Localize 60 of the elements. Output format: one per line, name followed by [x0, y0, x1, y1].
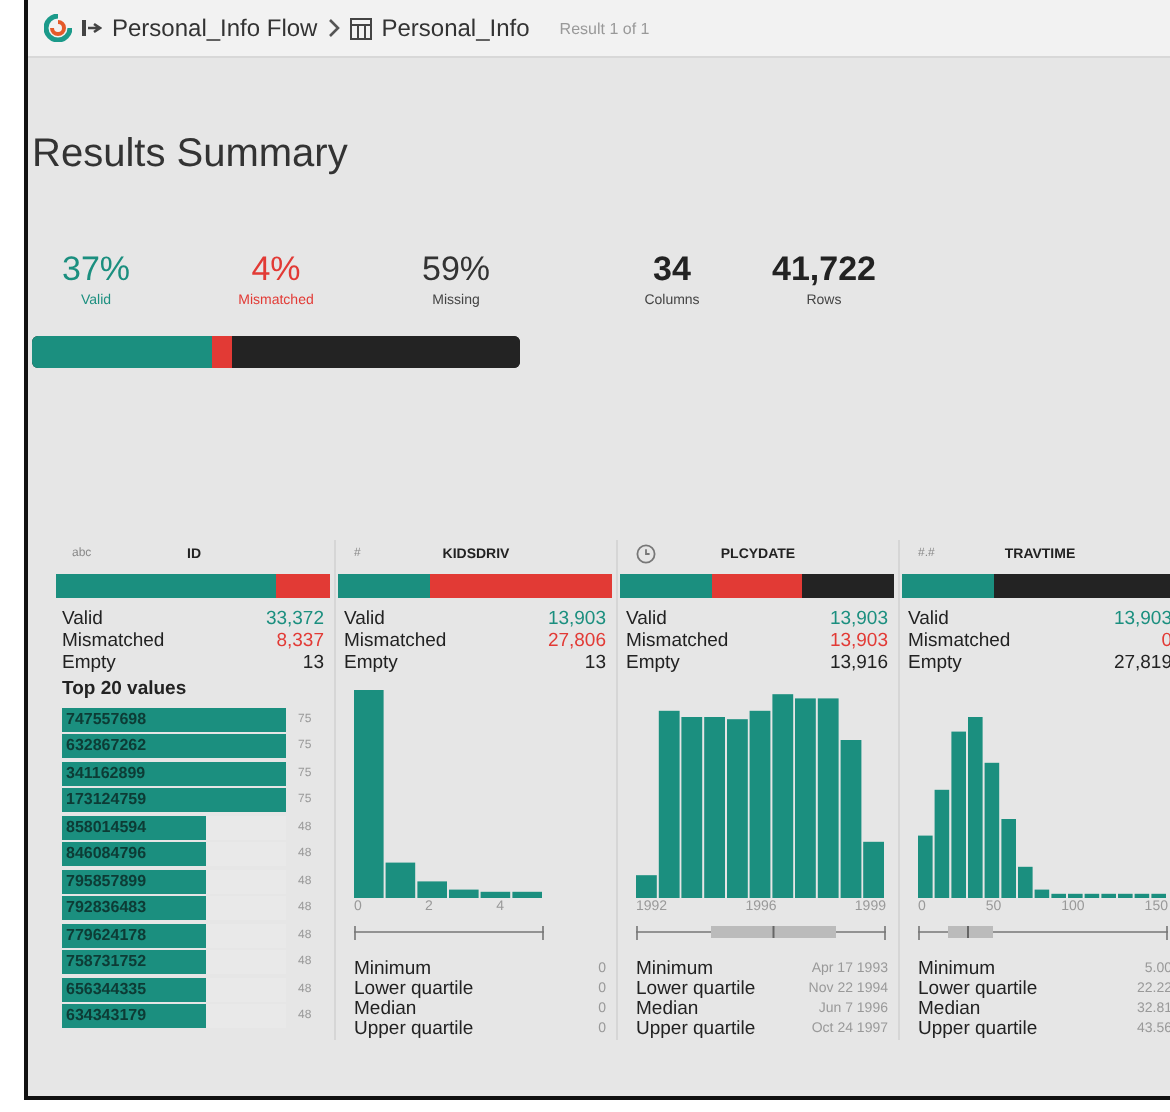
value-bar[interactable]: 656344335 — [62, 977, 206, 1002]
stat-name: Upper quartile — [354, 1020, 474, 1040]
stat-name: Median — [636, 1000, 699, 1020]
count-label: Mismatched — [908, 630, 1011, 652]
chevron-right-icon — [327, 18, 340, 38]
count-value: 13,916 — [829, 652, 888, 674]
count-label: Mismatched — [62, 630, 165, 652]
count-value: 13,903 — [829, 630, 888, 652]
table-icon — [349, 17, 372, 39]
count-value: 13 — [584, 652, 606, 674]
count-value: 13,903 — [547, 608, 606, 630]
section-title: Top 20 values — [62, 678, 189, 700]
count-value: 33,372 — [265, 608, 324, 630]
logo-icon — [44, 14, 72, 42]
stat-name: Upper quartile — [636, 1020, 756, 1040]
stat-name: Lower quartile — [636, 980, 756, 1000]
stat-value: 41,722 — [770, 250, 878, 290]
page-title: Results Summary — [32, 132, 350, 178]
stat-value: 34 — [651, 250, 693, 290]
value-bar[interactable]: 173124759 — [62, 788, 286, 813]
count-label: Valid — [908, 608, 949, 630]
count-value: 13 — [302, 652, 324, 674]
stat-name: Minimum — [636, 960, 714, 980]
breadcrumb-link[interactable]: Personal_Info — [381, 14, 530, 42]
stat-name: Minimum — [354, 960, 432, 980]
stat-name: Lower quartile — [918, 980, 1038, 1000]
count-label: Valid — [62, 608, 103, 630]
flow-icon — [82, 18, 102, 38]
stat-name: Median — [918, 1000, 981, 1020]
value-bar[interactable]: 779624178 — [62, 923, 206, 948]
stat-value: 59% — [419, 250, 493, 290]
value-bar[interactable]: 747557698 — [62, 707, 286, 732]
count-label: Empty — [626, 652, 680, 674]
value-bar[interactable]: 858014594 — [62, 815, 206, 840]
stat-name: Upper quartile — [918, 1020, 1038, 1040]
count-label: Valid — [344, 608, 385, 630]
count-label: Empty — [908, 652, 962, 674]
clock-icon — [636, 544, 656, 564]
count-label: Empty — [344, 652, 398, 674]
breadcrumb-link[interactable]: Personal_Info Flow — [112, 14, 318, 42]
value-bar[interactable]: 341162899 — [62, 761, 286, 786]
count-label: Mismatched — [344, 630, 447, 652]
stat-name: Lower quartile — [354, 980, 474, 1000]
result-dropdown[interactable]: Result 1 of 1 — [559, 19, 650, 37]
stat-value: 4% — [249, 250, 303, 290]
count-value: 27,806 — [547, 630, 606, 652]
value-bar[interactable]: 795857899 — [62, 869, 206, 894]
count-value: 8,337 — [276, 630, 324, 652]
value-bar[interactable]: 634343179 — [62, 1004, 206, 1029]
stat-value: 37% — [59, 250, 133, 290]
count-label: Mismatched — [626, 630, 729, 652]
count-value: 13,903 — [829, 608, 888, 630]
stat-name: Median — [354, 1000, 417, 1020]
value-bar[interactable]: 632867262 — [62, 734, 286, 759]
value-bar[interactable]: 758731752 — [62, 950, 206, 975]
count-label: Valid — [626, 608, 667, 630]
stat-name: Minimum — [918, 960, 996, 980]
count-label: Empty — [62, 652, 116, 674]
value-bar[interactable]: 792836483 — [62, 896, 206, 921]
value-bar[interactable]: 846084796 — [62, 842, 206, 867]
